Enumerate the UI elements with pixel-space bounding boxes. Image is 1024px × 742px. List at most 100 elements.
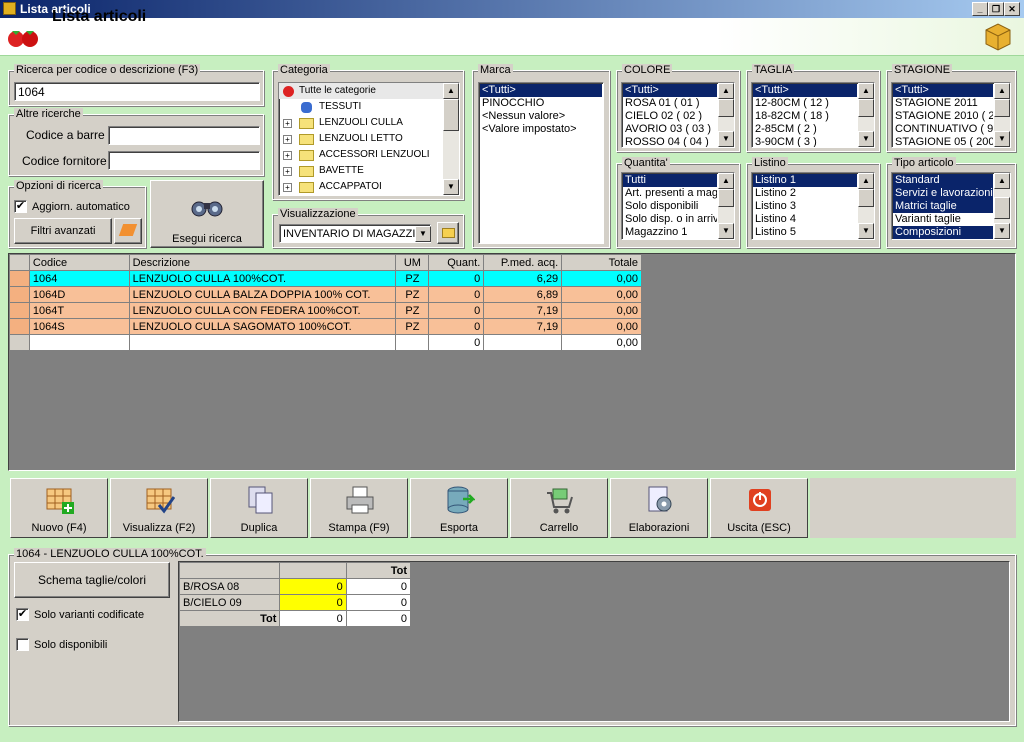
list-item[interactable]: <Tutti> bbox=[753, 84, 857, 97]
advanced-filters-button[interactable]: Filtri avanzati bbox=[14, 218, 112, 244]
list-item[interactable]: <Tutti> bbox=[623, 84, 717, 97]
exit-button[interactable]: Uscita (ESC) bbox=[710, 478, 808, 538]
list-item[interactable]: CONTINUATIVO ( 99 bbox=[893, 123, 993, 136]
list-item[interactable]: Listino 4 bbox=[753, 213, 857, 226]
scroll-down-icon[interactable]: ▼ bbox=[858, 131, 874, 147]
scroll-down-icon[interactable]: ▼ bbox=[718, 131, 734, 147]
cell[interactable]: LENZUOLO CULLA CON FEDERA 100%COT. bbox=[128, 302, 397, 319]
cell[interactable]: 7,19 bbox=[483, 318, 563, 335]
color-scrollbar[interactable]: ▲ ▼ bbox=[718, 83, 734, 147]
minimize-button[interactable]: _ bbox=[972, 2, 988, 16]
list-item[interactable]: Matrici taglie bbox=[893, 200, 993, 213]
cell[interactable]: 0 bbox=[428, 302, 485, 319]
list-item[interactable]: ROSA 01 ( 01 ) bbox=[623, 97, 717, 110]
duplicate-button[interactable]: Duplica bbox=[210, 478, 308, 538]
cell[interactable]: 0,00 bbox=[561, 286, 642, 303]
cell[interactable]: 1064T bbox=[28, 302, 130, 319]
tree-root[interactable]: Tutte le categorie bbox=[279, 83, 459, 99]
cell[interactable]: 0 bbox=[428, 318, 485, 335]
barcode-input[interactable] bbox=[108, 126, 260, 145]
cell[interactable]: PZ bbox=[395, 286, 430, 303]
table-row[interactable]: 1064 LENZUOLO CULLA 100%COT. PZ 0 6,29 0,00 bbox=[9, 270, 642, 287]
cell[interactable]: 6,29 bbox=[483, 270, 563, 287]
size-color-schema-button[interactable]: Schema taglie/colori bbox=[14, 562, 170, 598]
list-item[interactable]: Listino 1 bbox=[753, 174, 857, 187]
scroll-thumb[interactable] bbox=[858, 99, 874, 117]
list-item[interactable]: PINOCCHIO bbox=[480, 97, 602, 110]
processing-button[interactable]: Elaborazioni bbox=[610, 478, 708, 538]
tree-item[interactable]: + BAVETTE bbox=[279, 163, 459, 179]
list-item[interactable]: Tutti bbox=[623, 174, 717, 187]
brand-list[interactable]: <Tutti> PINOCCHIO <Nessun valore> <Valor… bbox=[478, 82, 604, 244]
scroll-down-icon[interactable]: ▼ bbox=[858, 223, 874, 239]
column-header[interactable]: Totale bbox=[561, 254, 642, 271]
chevron-down-icon[interactable]: ▼ bbox=[415, 226, 431, 242]
cell[interactable]: 0 bbox=[428, 270, 485, 287]
scroll-up-icon[interactable]: ▲ bbox=[443, 83, 459, 99]
color-list[interactable]: <Tutti> ROSA 01 ( 01 ) CIELO 02 ( 02 ) A… bbox=[621, 82, 735, 148]
cell[interactable]: 6,89 bbox=[483, 286, 563, 303]
expand-icon[interactable]: + bbox=[283, 167, 292, 176]
list-item[interactable]: AVORIO 03 ( 03 ) bbox=[623, 123, 717, 136]
table-row[interactable]: 1064T LENZUOLO CULLA CON FEDERA 100%COT. P… bbox=[9, 302, 642, 319]
size-list[interactable]: <Tutti> 12-80CM ( 12 ) 18-82CM ( 18 ) 2-… bbox=[751, 82, 875, 148]
cell[interactable]: LENZUOLO CULLA BALZA DOPPIA 100% COT. bbox=[128, 286, 397, 303]
list-item[interactable]: Listino 2 bbox=[753, 187, 857, 200]
view-select[interactable]: INVENTARIO DI MAGAZZI bbox=[279, 224, 431, 243]
cell[interactable]: PZ bbox=[395, 318, 430, 335]
scroll-thumb[interactable] bbox=[443, 99, 459, 131]
only-coded-variants-checkbox[interactable]: ✔ bbox=[16, 608, 29, 621]
print-button[interactable]: Stampa (F9) bbox=[310, 478, 408, 538]
category-scrollbar[interactable]: ▲ ▼ bbox=[443, 83, 459, 195]
item-type-scrollbar[interactable]: ▲ ▼ bbox=[994, 173, 1010, 239]
cell[interactable]: 0,00 bbox=[561, 318, 642, 335]
column-header[interactable]: P.med. acq. bbox=[483, 254, 563, 271]
new-button[interactable]: Nuovo (F4) bbox=[10, 478, 108, 538]
list-item[interactable]: Servizi e lavorazioni bbox=[893, 187, 993, 200]
list-item[interactable]: <Valore impostato> bbox=[480, 123, 602, 136]
cell[interactable]: 0 bbox=[279, 594, 347, 611]
tree-item[interactable]: + ACCAPPATOI bbox=[279, 179, 459, 195]
scroll-down-icon[interactable]: ▼ bbox=[718, 223, 734, 239]
list-item[interactable]: STAGIONE 05 ( 2005 bbox=[893, 136, 993, 147]
scroll-up-icon[interactable]: ▲ bbox=[994, 173, 1010, 189]
maximize-button[interactable]: ❐ bbox=[988, 2, 1004, 16]
quantity-list[interactable]: Tutti Art. presenti a maga Solo disponib… bbox=[621, 172, 735, 240]
expand-icon[interactable]: + bbox=[283, 135, 292, 144]
pricelist-list[interactable]: Listino 1 Listino 2 Listino 3 Listino 4 … bbox=[751, 172, 875, 240]
row-selector[interactable] bbox=[9, 302, 30, 319]
list-item[interactable]: CIELO 02 ( 02 ) bbox=[623, 110, 717, 123]
cell[interactable]: 0,00 bbox=[561, 302, 642, 319]
category-tree[interactable]: Tutte le categorie TESSUTI + LENZUOLI CUL… bbox=[278, 82, 460, 196]
column-header[interactable]: Descrizione bbox=[128, 254, 397, 271]
list-item[interactable]: <Tutti> bbox=[480, 84, 602, 97]
tree-item[interactable]: + ACCESSORI LENZUOLI bbox=[279, 147, 459, 163]
scroll-up-icon[interactable]: ▲ bbox=[718, 83, 734, 99]
cell[interactable]: 0 bbox=[428, 286, 485, 303]
list-item[interactable]: Varianti taglie bbox=[893, 213, 993, 226]
column-header[interactable]: Codice bbox=[28, 254, 130, 271]
list-item[interactable]: 3-90CM ( 3 ) bbox=[753, 136, 857, 147]
column-header[interactable]: UM bbox=[395, 254, 430, 271]
row-selector[interactable] bbox=[9, 270, 30, 287]
filter-clear-button[interactable] bbox=[114, 218, 142, 244]
season-list[interactable]: <Tutti> STAGIONE 2011 STAGIONE 2010 ( 20… bbox=[891, 82, 1011, 148]
scroll-up-icon[interactable]: ▲ bbox=[718, 173, 734, 189]
table-row[interactable]: 1064D LENZUOLO CULLA BALZA DOPPIA 100% CO… bbox=[9, 286, 642, 303]
list-item[interactable]: Standard bbox=[893, 174, 993, 187]
list-item[interactable]: <Tutti> bbox=[893, 84, 993, 97]
list-item[interactable]: Listino 5 bbox=[753, 226, 857, 239]
close-button[interactable]: ✕ bbox=[1004, 2, 1020, 16]
only-available-checkbox[interactable] bbox=[16, 638, 29, 651]
list-item[interactable]: 18-82CM ( 18 ) bbox=[753, 110, 857, 123]
list-item[interactable]: 2-85CM ( 2 ) bbox=[753, 123, 857, 136]
item-type-list[interactable]: Standard Servizi e lavorazioni Matrici t… bbox=[891, 172, 1011, 240]
quantity-scrollbar[interactable]: ▲ ▼ bbox=[718, 173, 734, 239]
list-item[interactable]: STAGIONE 2011 bbox=[893, 97, 993, 110]
size-scrollbar[interactable]: ▲ ▼ bbox=[858, 83, 874, 147]
scroll-up-icon[interactable]: ▲ bbox=[994, 83, 1010, 99]
cell[interactable]: 0,00 bbox=[561, 270, 642, 287]
scroll-up-icon[interactable]: ▲ bbox=[858, 83, 874, 99]
expand-icon[interactable]: + bbox=[283, 183, 292, 192]
auto-update-checkbox[interactable]: ✔ bbox=[14, 200, 27, 213]
